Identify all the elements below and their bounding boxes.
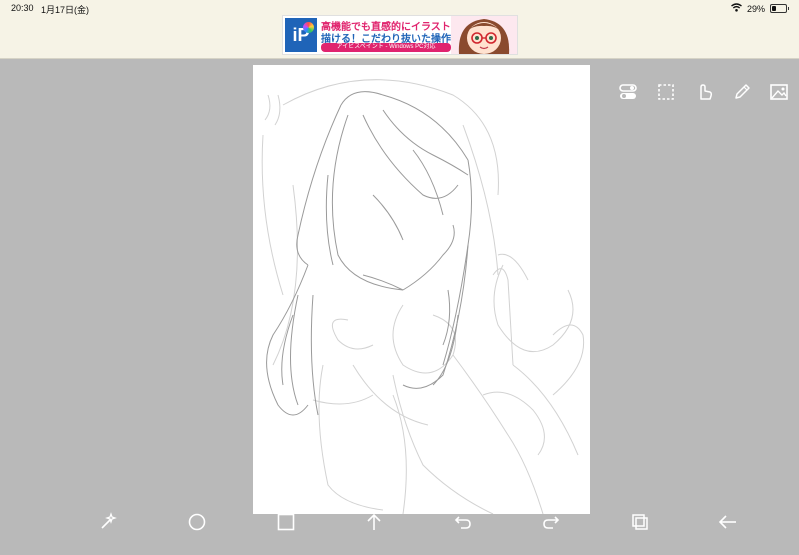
status-date: 1月17日(金) (41, 5, 90, 15)
battery-icon (770, 4, 789, 13)
status-time: 20:30 (11, 3, 34, 13)
ibis-paint-logo: iP (285, 18, 317, 52)
ad-character-illustration (451, 16, 517, 54)
circle-icon[interactable] (186, 511, 208, 533)
battery-percent: 29% (746, 3, 765, 14)
sketch-artwork (261, 79, 585, 514)
arrow-up-icon[interactable] (363, 511, 385, 533)
back-arrow-icon[interactable] (717, 511, 739, 533)
wifi-icon (731, 3, 742, 14)
undo-icon[interactable] (452, 511, 474, 533)
color-wheel-icon (303, 22, 314, 33)
square-icon[interactable] (275, 511, 297, 533)
layers-icon[interactable] (629, 511, 651, 533)
redo-icon[interactable] (540, 511, 562, 533)
hand-icon[interactable] (694, 81, 716, 103)
layer-image-icon[interactable] (768, 81, 790, 103)
drawing-canvas[interactable] (253, 65, 590, 514)
status-bar: 20:30 1月17日(金) 29% iP 高機能でも直感的にイラストが 描ける… (0, 0, 799, 59)
pencil-icon[interactable] (731, 81, 753, 103)
status-indicators: 29% (731, 3, 789, 14)
selection-icon[interactable] (655, 81, 677, 103)
toggle-icon[interactable] (617, 81, 639, 103)
battery-level (772, 6, 776, 11)
magic-wand-icon[interactable] (97, 511, 119, 533)
ad-tagline: アイビスペイント - Windows PC対応 (321, 43, 451, 52)
ad-banner[interactable]: iP 高機能でも直感的にイラストが 描ける！こだわり抜いた操作性！ アイビスペイ… (282, 15, 518, 55)
